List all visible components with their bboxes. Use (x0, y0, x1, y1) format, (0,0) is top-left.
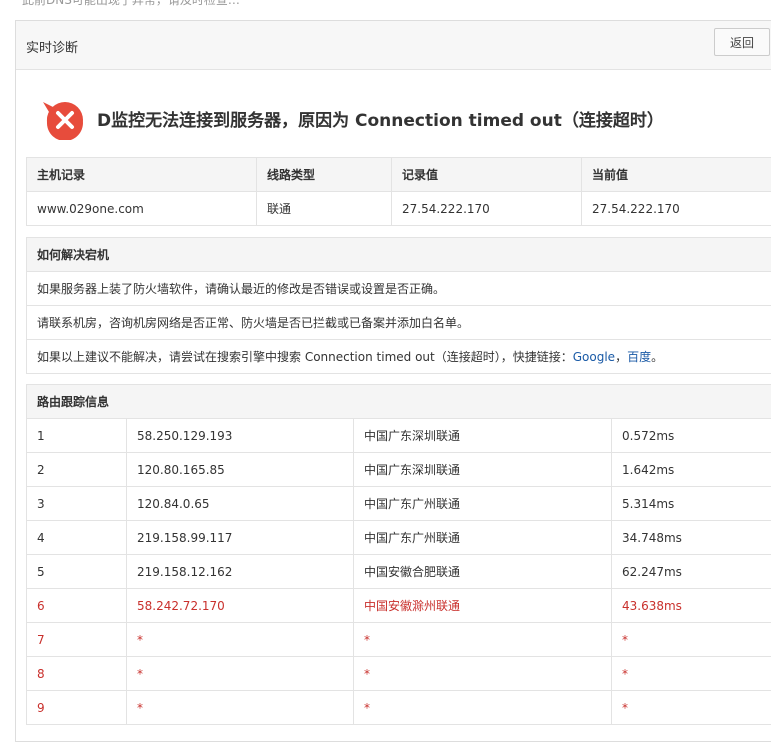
trace-title: 路由跟踪信息 (27, 385, 771, 419)
location-cell: 中国安徽滁州联通 (354, 589, 612, 623)
time-cell: 43.638ms (612, 589, 771, 623)
panel-header: 实时诊断 返回 (16, 21, 771, 70)
host-cell: www.029one.com (27, 192, 257, 226)
error-x-icon (39, 96, 87, 140)
location-cell: * (354, 691, 612, 725)
table-row: 658.242.72.170中国安徽滁州联通43.638ms (27, 589, 771, 623)
table-row: 8*** (27, 657, 771, 691)
hop-cell: 7 (27, 623, 127, 657)
ip-cell: 219.158.12.162 (127, 555, 354, 589)
solve-title: 如何解决宕机 (27, 238, 771, 272)
ip-cell: 219.158.99.117 (127, 521, 354, 555)
location-cell: * (354, 623, 612, 657)
hop-cell: 1 (27, 419, 127, 453)
table-row: 2120.80.165.85中国广东深圳联通1.642ms (27, 453, 771, 487)
panel-title: 实时诊断 (26, 37, 78, 56)
table-row: 7*** (27, 623, 771, 657)
ip-cell: * (127, 691, 354, 725)
top-strip: 此前DNS可能出现了异常，请及时检查… (0, 0, 771, 10)
ip-cell: 58.242.72.170 (127, 589, 354, 623)
solve-item-last: 如果以上建议不能解决，请尝试在搜索引擎中搜索 Connection timed … (27, 340, 771, 374)
location-cell: 中国广东深圳联通 (354, 419, 612, 453)
table-row: 158.250.129.193中国广东深圳联通0.572ms (27, 419, 771, 453)
col-record-value: 记录值 (392, 158, 582, 192)
google-link[interactable]: Google (573, 350, 615, 364)
time-cell: * (612, 623, 771, 657)
current-value-cell: 27.54.222.170 (582, 192, 771, 226)
back-button[interactable]: 返回 (714, 28, 770, 56)
time-cell: 0.572ms (612, 419, 771, 453)
hop-cell: 5 (27, 555, 127, 589)
solve-item: 如果服务器上装了防火墙软件，请确认最近的修改是否错误或设置是否正确。 (27, 272, 771, 306)
time-cell: 62.247ms (612, 555, 771, 589)
time-cell: * (612, 691, 771, 725)
ip-cell: 120.80.165.85 (127, 453, 354, 487)
time-cell: * (612, 657, 771, 691)
ip-cell: 58.250.129.193 (127, 419, 354, 453)
table-row: www.029one.com 联通 27.54.222.170 27.54.22… (27, 192, 771, 226)
diagnosis-panel: 实时诊断 返回 D监控无法连接到服务器，原因为 Connection timed… (15, 20, 771, 742)
hop-cell: 6 (27, 589, 127, 623)
table-row: 9*** (27, 691, 771, 725)
time-cell: 1.642ms (612, 453, 771, 487)
location-cell: 中国安徽合肥联通 (354, 555, 612, 589)
baidu-link[interactable]: 百度 (627, 350, 651, 364)
solve-item: 请联系机房，咨询机房网络是否正常、防火墙是否已拦截或已备案并添加白名单。 (27, 306, 771, 340)
solve-table: 如何解决宕机 如果服务器上装了防火墙软件，请确认最近的修改是否错误或设置是否正确… (26, 237, 771, 374)
table-row: 5219.158.12.162中国安徽合肥联通62.247ms (27, 555, 771, 589)
ip-cell: * (127, 623, 354, 657)
ip-cell: 120.84.0.65 (127, 487, 354, 521)
time-cell: 5.314ms (612, 487, 771, 521)
list-item: 如果以上建议不能解决，请尝试在搜索引擎中搜索 Connection timed … (27, 340, 771, 374)
trace-body: 158.250.129.193中国广东深圳联通0.572ms2120.80.16… (27, 419, 771, 725)
hop-cell: 4 (27, 521, 127, 555)
table-row: 3120.84.0.65中国广东广州联通5.314ms (27, 487, 771, 521)
link-separator: ， (615, 350, 627, 364)
hop-cell: 3 (27, 487, 127, 521)
trace-table: 路由跟踪信息 158.250.129.193中国广东深圳联通0.572ms212… (26, 384, 771, 725)
location-cell: 中国广东广州联通 (354, 487, 612, 521)
hop-cell: 8 (27, 657, 127, 691)
location-cell: * (354, 657, 612, 691)
record-value-cell: 27.54.222.170 (392, 192, 582, 226)
top-strip-text: 此前DNS可能出现了异常，请及时检查… (22, 0, 240, 8)
list-item: 如果服务器上装了防火墙软件，请确认最近的修改是否错误或设置是否正确。 (27, 272, 771, 306)
solve-last-text: 如果以上建议不能解决，请尝试在搜索引擎中搜索 Connection timed … (37, 350, 573, 364)
table-row: 4219.158.99.117中国广东广州联通34.748ms (27, 521, 771, 555)
hop-cell: 2 (27, 453, 127, 487)
col-current-value: 当前值 (582, 158, 771, 192)
record-table: 主机记录 线路类型 记录值 当前值 www.029one.com 联通 27.5… (26, 157, 771, 226)
list-item: 请联系机房，咨询机房网络是否正常、防火墙是否已拦截或已备案并添加白名单。 (27, 306, 771, 340)
alert-message: D监控无法连接到服务器，原因为 Connection timed out（连接超… (97, 106, 664, 131)
line-type-cell: 联通 (257, 192, 392, 226)
ip-cell: * (127, 657, 354, 691)
col-line-type: 线路类型 (257, 158, 392, 192)
location-cell: 中国广东深圳联通 (354, 453, 612, 487)
hop-cell: 9 (27, 691, 127, 725)
time-cell: 34.748ms (612, 521, 771, 555)
col-host: 主机记录 (27, 158, 257, 192)
solve-suffix: 。 (651, 350, 663, 364)
location-cell: 中国广东广州联通 (354, 521, 612, 555)
